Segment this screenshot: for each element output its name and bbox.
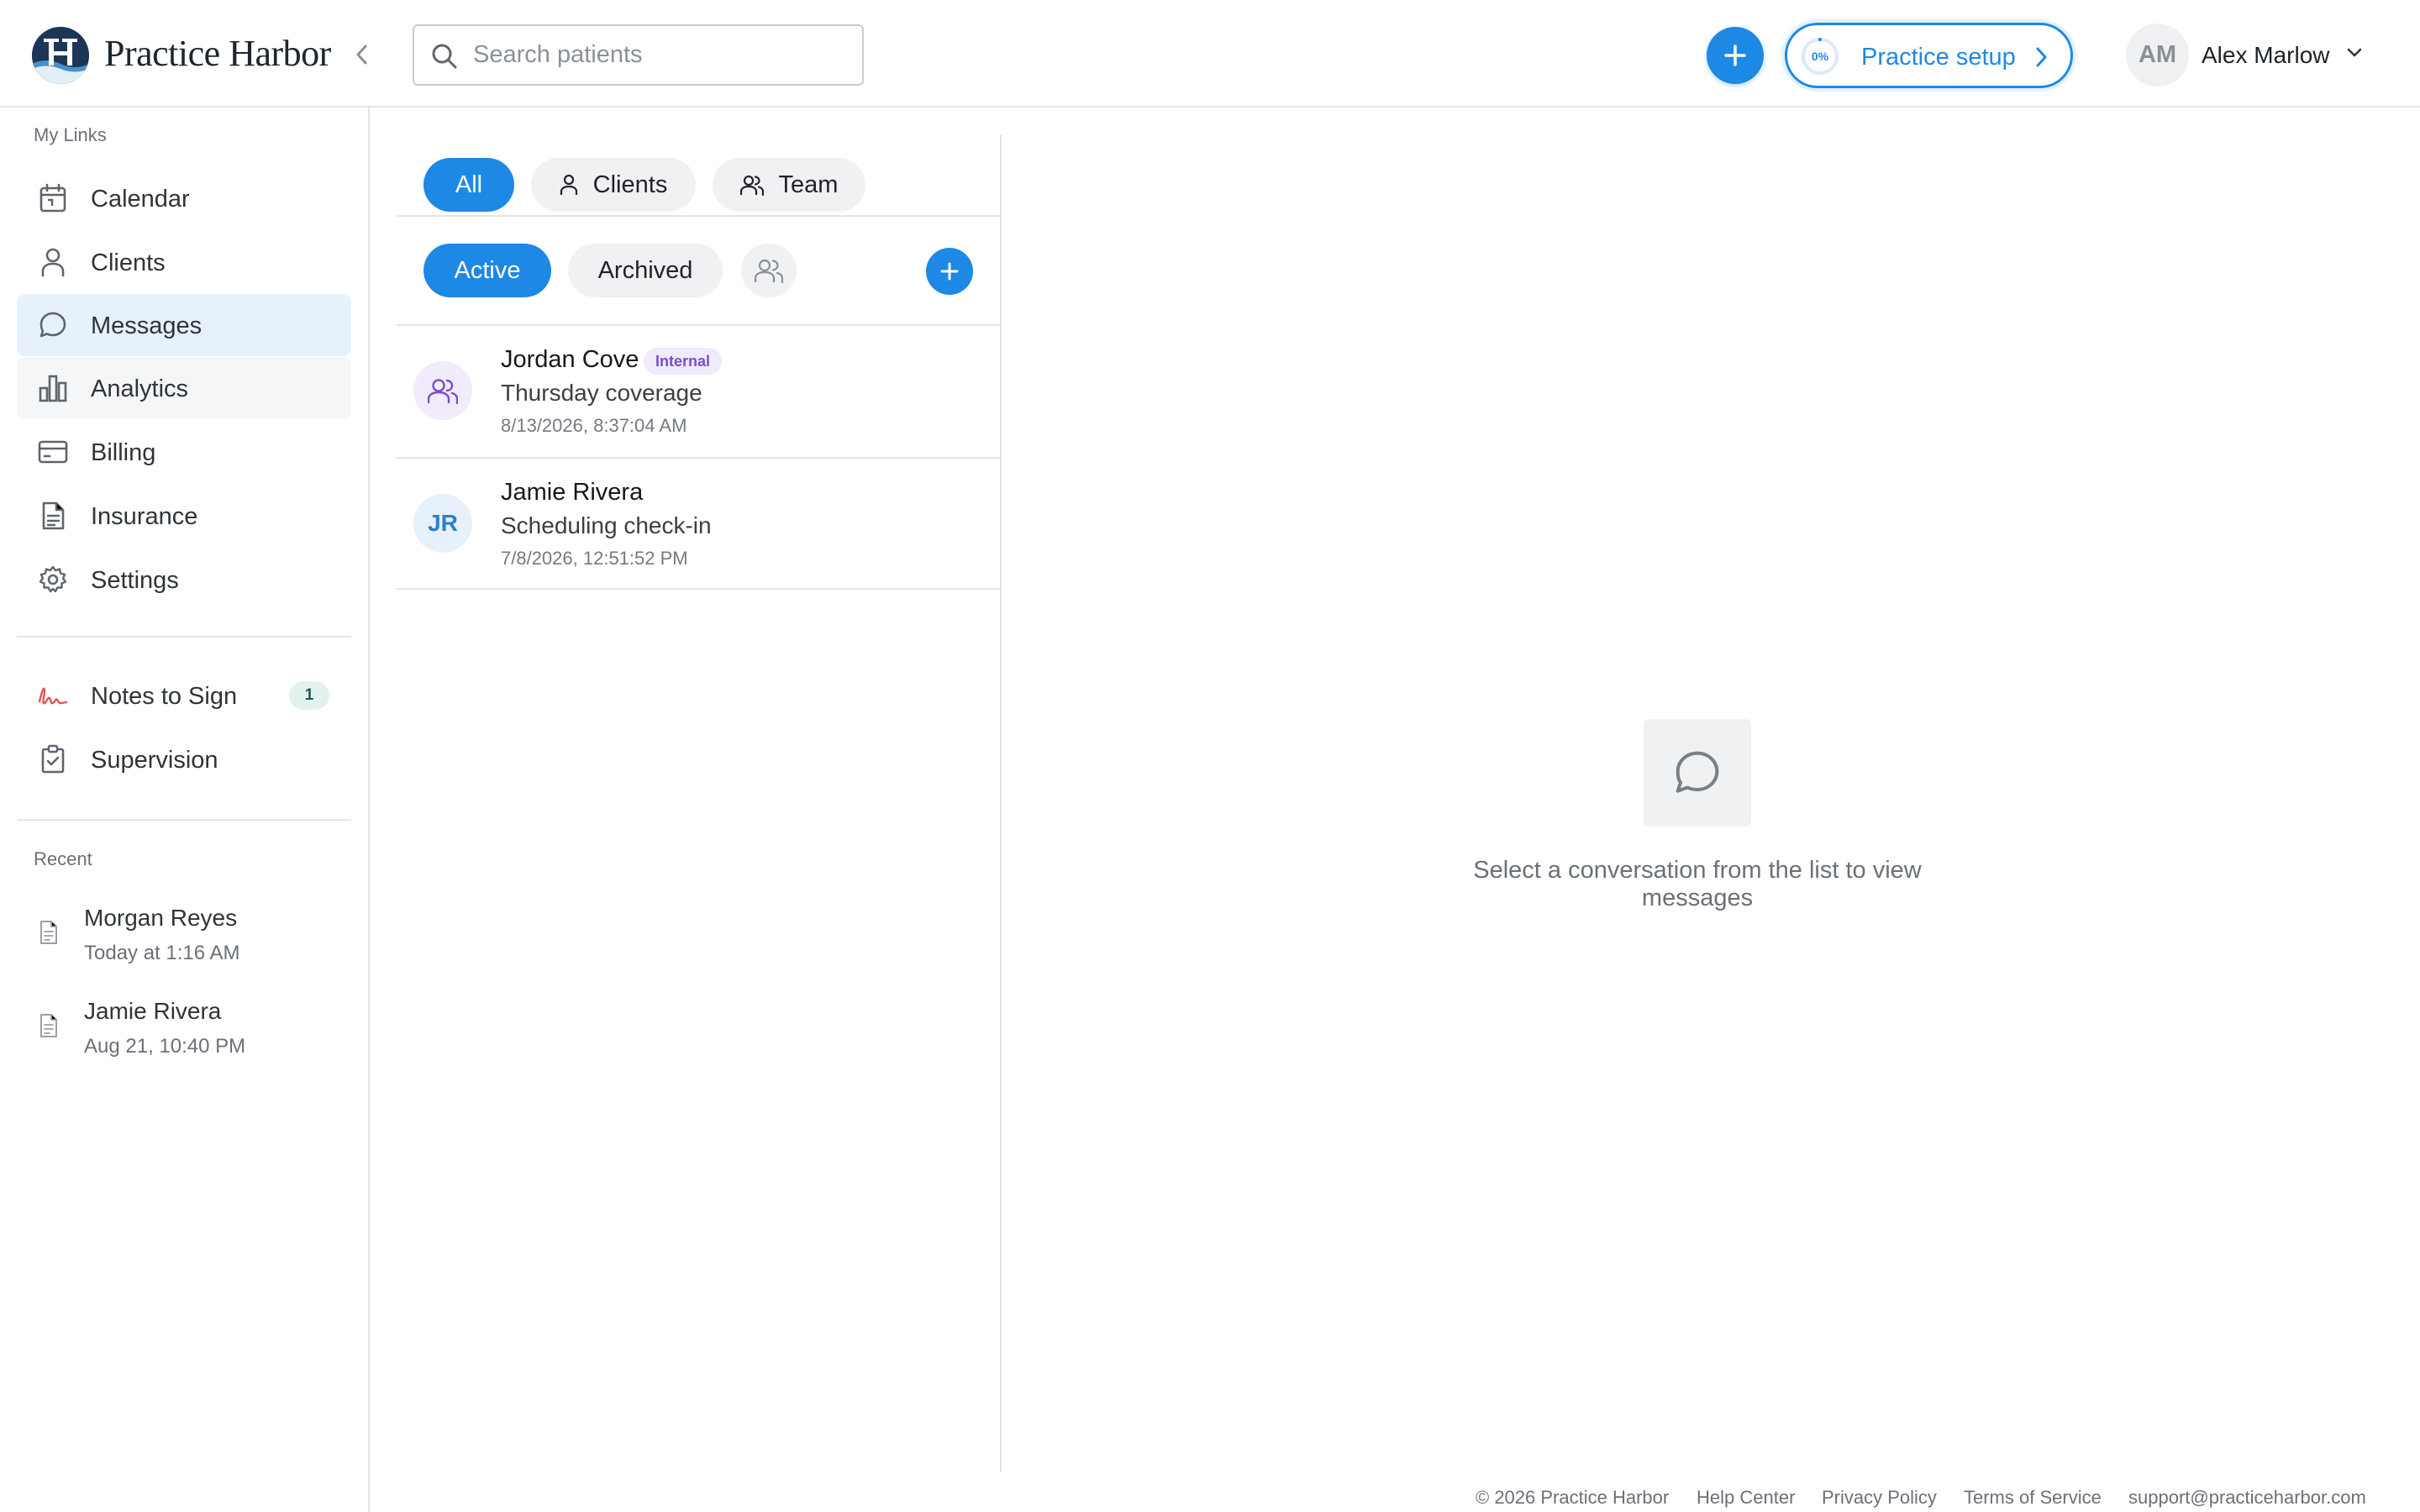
bar-chart-icon <box>37 372 69 404</box>
sidebar-item-supervision[interactable]: Supervision <box>17 728 351 790</box>
search-input[interactable] <box>473 26 851 84</box>
top-header: Practice Harbor 0% Practice setup AM Ale… <box>0 0 2420 108</box>
document-icon <box>37 500 69 532</box>
credit-card-icon <box>37 436 69 468</box>
sidebar-item-label: Billing <box>91 439 156 466</box>
sidebar-item-label: Messages <box>91 312 203 339</box>
sidebar-item-label: Supervision <box>91 747 218 774</box>
search-box <box>413 24 864 86</box>
recent-item-name: Jamie Rivera <box>84 998 222 1024</box>
conversation-timestamp: 7/8/2026, 12:51:52 PM <box>501 548 688 569</box>
sidebar-divider <box>17 819 351 821</box>
calendar-icon <box>37 182 69 214</box>
footer-terms-link[interactable]: Terms of Service <box>1964 1487 2102 1509</box>
conversation-subject: Thursday coverage <box>501 380 702 406</box>
filter-tab-all[interactable]: All <box>424 158 514 212</box>
plus-icon <box>940 262 959 281</box>
group-icon <box>739 174 764 196</box>
recent-item-time: Today at 1:16 AM <box>84 942 240 964</box>
sidebar-item-billing[interactable]: Billing <box>17 421 351 483</box>
sidebar-item-messages[interactable]: Messages <box>17 294 351 356</box>
sidebar-item-calendar[interactable]: Calendar <box>17 167 351 229</box>
practice-setup-label: Practice setup <box>1861 44 2016 71</box>
setup-progress-ring: 0% <box>1800 36 1840 76</box>
conversation-timestamp: 8/13/2026, 8:37:04 AM <box>501 415 687 436</box>
recent-item-time: Aug 21, 10:40 PM <box>84 1035 246 1058</box>
status-filter-active[interactable]: Active <box>424 244 551 297</box>
group-icon <box>755 259 783 283</box>
sidebar-item-settings[interactable]: Settings <box>17 549 351 611</box>
collapse-sidebar-button[interactable] <box>348 40 376 69</box>
conversation-list-pane: All Clients Team Active Archived Jordan … <box>397 134 1002 1472</box>
sidebar-item-label: Notes to Sign <box>91 683 238 710</box>
footer-support-email[interactable]: support@practiceharbor.com <box>2128 1487 2366 1509</box>
empty-state-icon-box <box>1644 719 1751 827</box>
setup-progress-value: 0% <box>1811 50 1829 63</box>
filter-tab-label: Team <box>778 171 839 198</box>
conversation-name: Jordan Cove <box>501 346 639 373</box>
search-icon <box>432 44 457 69</box>
brand-name: Practice Harbor <box>104 33 331 74</box>
recent-item[interactable]: Morgan Reyes Today at 1:16 AM <box>17 898 351 982</box>
plus-icon <box>1724 45 1746 66</box>
notes-count-badge: 1 <box>289 681 329 710</box>
practice-harbor-logo-icon[interactable] <box>32 27 89 84</box>
conversation-avatar: JR <box>413 494 472 553</box>
sidebar-divider <box>17 636 351 638</box>
chat-bubble-icon <box>1676 751 1719 793</box>
conversation-name: Jamie Rivera <box>501 479 644 506</box>
practice-setup-button[interactable]: 0% Practice setup <box>1785 23 2073 88</box>
clipboard-check-icon <box>37 743 69 775</box>
sidebar-item-label: Settings <box>91 567 179 594</box>
group-icon <box>428 379 458 404</box>
person-icon <box>37 246 69 278</box>
chat-bubble-icon <box>37 309 69 341</box>
new-conversation-button[interactable] <box>926 248 973 295</box>
user-name[interactable]: Alex Marlow <box>2202 42 2329 69</box>
conversation-item[interactable]: Jordan Cove Internal Thursday coverage 8… <box>397 324 1000 457</box>
my-links-heading: My Links <box>34 124 107 145</box>
status-filter-archived[interactable]: Archived <box>568 244 723 297</box>
conversation-item[interactable]: JR Jamie Rivera Scheduling check-in 7/8/… <box>397 457 1000 590</box>
signature-icon <box>37 680 69 711</box>
sidebar-item-clients[interactable]: Clients <box>17 231 351 293</box>
sidebar-item-label: Calendar <box>91 186 190 213</box>
group-filter-button[interactable] <box>741 244 797 297</box>
filter-divider <box>397 215 1000 217</box>
conversation-avatar <box>413 361 472 420</box>
sidebar-item-analytics[interactable]: Analytics <box>17 357 351 419</box>
user-avatar[interactable]: AM <box>2126 24 2189 87</box>
sidebar-item-label: Clients <box>91 249 166 276</box>
sidebar-item-notes-to-sign[interactable]: Notes to Sign 1 <box>17 664 351 727</box>
document-icon <box>39 920 59 949</box>
internal-tag: Internal <box>644 348 723 375</box>
filter-tab-team[interactable]: Team <box>713 158 865 212</box>
sidebar: My Links Calendar Clients Messages Analy… <box>0 108 370 1512</box>
footer-privacy-link[interactable]: Privacy Policy <box>1822 1487 1937 1509</box>
sidebar-item-insurance[interactable]: Insurance <box>17 485 351 547</box>
footer-help-link[interactable]: Help Center <box>1697 1487 1795 1509</box>
document-icon <box>39 1013 59 1042</box>
chevron-down-icon[interactable] <box>2346 47 2363 59</box>
empty-state-message: Select a conversation from the list to v… <box>1473 857 1922 911</box>
gear-icon <box>37 564 69 596</box>
chevron-right-icon <box>2036 47 2047 67</box>
recent-heading: Recent <box>34 848 92 869</box>
chevron-left-icon <box>356 45 367 65</box>
footer-copyright: © 2026 Practice Harbor <box>1476 1487 1670 1508</box>
sidebar-item-label: Insurance <box>91 503 198 530</box>
sidebar-item-label: Analytics <box>91 375 189 402</box>
person-icon <box>560 174 578 196</box>
recent-item-name: Morgan Reyes <box>84 905 238 931</box>
filter-tab-label: Clients <box>592 171 668 198</box>
create-new-button[interactable] <box>1707 27 1764 84</box>
recent-item[interactable]: Jamie Rivera Aug 21, 10:40 PM <box>17 991 351 1075</box>
conversation-subject: Scheduling check-in <box>501 512 712 538</box>
filter-tab-clients[interactable]: Clients <box>531 158 696 212</box>
